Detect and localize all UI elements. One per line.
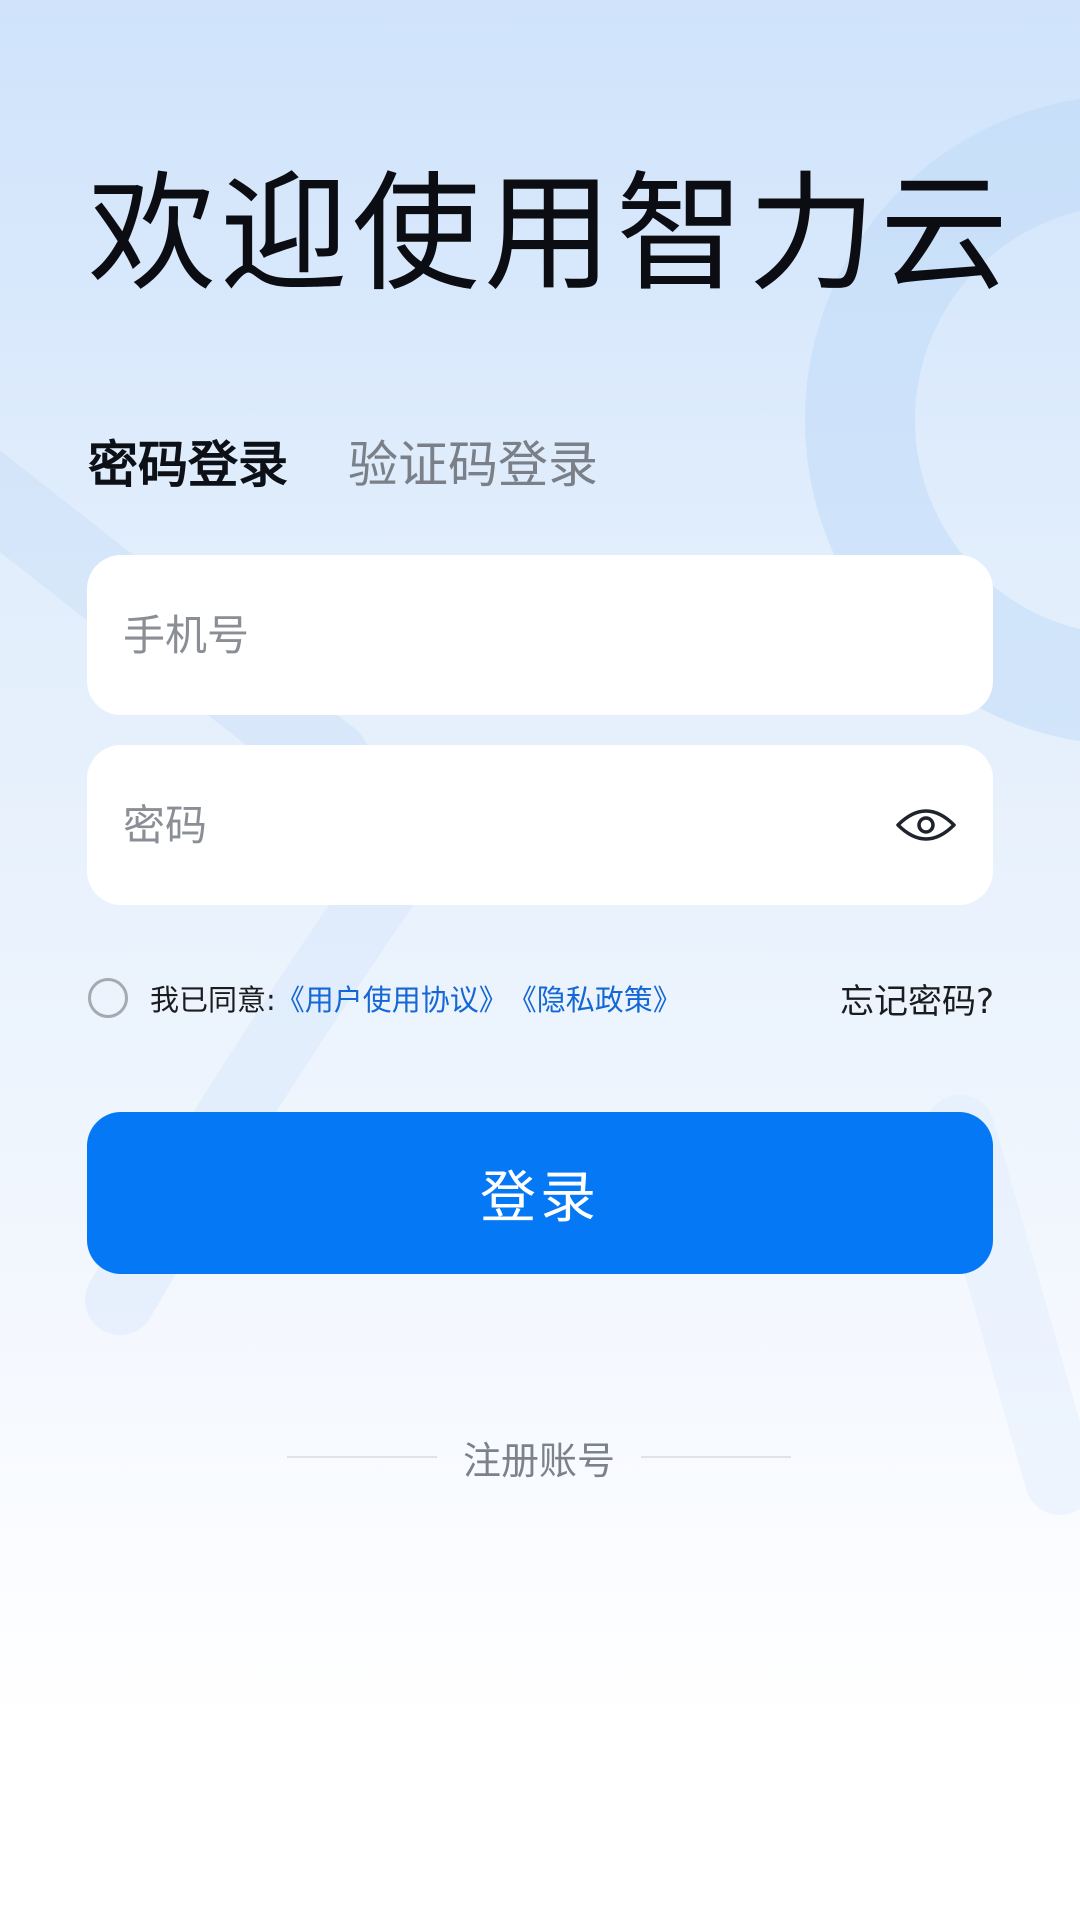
agreement-row: 我已同意: 《用户使用协议》 《隐私政策》 忘记密码? (88, 970, 994, 1026)
forgot-password-link[interactable]: 忘记密码? (840, 974, 994, 1023)
login-button[interactable]: 登录 (87, 1112, 993, 1274)
welcome-title: 欢迎使用智力云 (88, 160, 1013, 309)
agreement-prefix: 我已同意: (150, 983, 276, 1017)
password-input[interactable] (121, 744, 895, 906)
tab-password-login[interactable]: 密码登录 (88, 430, 288, 500)
user-agreement-link[interactable]: 《用户使用协议》 (276, 977, 508, 1019)
register-row: 注册账号 (278, 1430, 800, 1485)
phone-input[interactable] (121, 554, 957, 716)
agreement-checkbox[interactable] (88, 978, 128, 1018)
divider-right (641, 1456, 791, 1458)
divider-left (286, 1456, 437, 1458)
login-screen: 欢迎使用智力云 密码登录 验证码登录 我已同意: 《用户使用协议》 《隐私政策》… (0, 0, 1080, 1920)
register-link[interactable]: 注册账号 (463, 1430, 615, 1485)
phone-field (87, 554, 993, 716)
eye-icon[interactable] (895, 805, 957, 845)
privacy-policy-link[interactable]: 《隐私政策》 (508, 977, 682, 1019)
login-method-tabs: 密码登录 验证码登录 (88, 430, 598, 500)
password-field (87, 744, 993, 906)
tab-code-login[interactable]: 验证码登录 (348, 430, 598, 500)
